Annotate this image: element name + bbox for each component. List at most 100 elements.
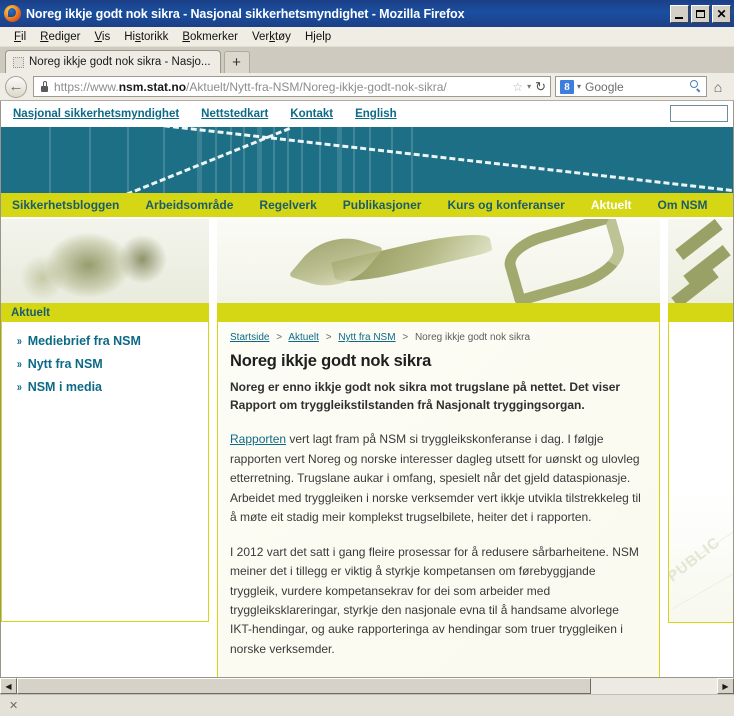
search-engine-chevron-icon[interactable]: ▾ bbox=[577, 82, 581, 91]
scroll-left-button[interactable]: ◀ bbox=[0, 678, 17, 694]
favicon-placeholder-icon bbox=[13, 56, 24, 68]
search-icon[interactable] bbox=[689, 80, 702, 93]
utility-link-nasjonal-sikkerhetsmyndighet[interactable]: Nasjonal sikkerhetsmyndighet bbox=[13, 108, 179, 120]
url-bar-icons: ☆ ▾ ↻ bbox=[512, 79, 546, 95]
hero-photo-people bbox=[1, 219, 209, 303]
menu-item-bokmerker[interactable]: Bokmerker bbox=[175, 31, 245, 43]
breadcrumb-item-startside[interactable]: Startside bbox=[230, 332, 269, 343]
article-paragraph-1-text: vert lagt fram på NSM si tryggleikskonfe… bbox=[230, 432, 641, 525]
hero-photo-edge bbox=[668, 219, 733, 303]
sidebar-item-label: Mediebrief fra NSM bbox=[27, 334, 141, 348]
title-bar: Noreg ikkje godt nok sikra - Nasjonal si… bbox=[0, 0, 734, 27]
article-inline-link-rapporten[interactable]: Rapporten bbox=[230, 432, 286, 446]
chevron-right-icon: » bbox=[16, 357, 22, 371]
sidebar-item-nytt-fra-nsm[interactable]: » Nytt fra NSM bbox=[2, 357, 208, 380]
sidebar-item-label: Nytt fra NSM bbox=[27, 357, 103, 371]
page-title: Noreg ikkje godt nok sikra bbox=[230, 352, 432, 370]
right-column-watermark: PUBLIC bbox=[668, 533, 724, 586]
lock-icon bbox=[40, 81, 49, 92]
nav-item-aktuelt[interactable]: Aktuelt bbox=[591, 198, 632, 212]
close-icon: ✕ bbox=[716, 6, 727, 21]
site-search-input[interactable] bbox=[670, 105, 728, 122]
sidebar-body: » Mediebrief fra NSM » Nytt fra NSM » NS… bbox=[1, 322, 209, 622]
breadcrumb-item-current: Noreg ikkje godt nok sikra bbox=[414, 332, 531, 343]
chevron-right-icon: » bbox=[16, 334, 22, 348]
chevron-right-icon: » bbox=[16, 380, 22, 394]
banner-bridge-graphic bbox=[1, 127, 733, 193]
scrollbar-thumb[interactable] bbox=[17, 678, 591, 694]
article-column: Startside > Aktuelt > Nytt fra NSM > Nor… bbox=[217, 303, 660, 677]
nav-item-kurs-og-konferanser[interactable]: Kurs og konferanser bbox=[447, 198, 564, 212]
browser-tab[interactable]: Noreg ikkje godt nok sikra - Nasjo... bbox=[5, 50, 221, 73]
menu-item-verktoy[interactable]: Verktøy bbox=[245, 31, 298, 43]
main-navigation: Sikkerhetsbloggen Arbeidsområde Regelver… bbox=[1, 193, 733, 217]
hero-photo-abstract bbox=[217, 219, 660, 303]
tab-title: Noreg ikkje godt nok sikra - Nasjo... bbox=[29, 56, 211, 68]
nav-item-regelverk[interactable]: Regelverk bbox=[259, 198, 316, 212]
browser-search-box[interactable]: 8 ▾ Google bbox=[555, 76, 707, 97]
sidebar-item-mediebrief-fra-nsm[interactable]: » Mediebrief fra NSM bbox=[2, 334, 208, 357]
browser-window: Noreg ikkje godt nok sikra - Nasjonal si… bbox=[0, 0, 734, 716]
article-body: Startside > Aktuelt > Nytt fra NSM > Nor… bbox=[217, 322, 660, 677]
breadcrumb-separator: > bbox=[402, 332, 409, 343]
reload-icon[interactable]: ↻ bbox=[535, 79, 546, 95]
status-bar: ✕ bbox=[0, 694, 734, 716]
navigation-toolbar: ← https://www.nsm.stat.no/Aktuelt/Nytt-f… bbox=[0, 73, 734, 101]
right-column-heading-bar bbox=[668, 303, 733, 322]
url-text: https://www.nsm.stat.no/Aktuelt/Nytt-fra… bbox=[54, 79, 447, 94]
article-heading-bar bbox=[217, 303, 660, 322]
site-banner bbox=[1, 127, 733, 193]
utility-link-kontakt[interactable]: Kontakt bbox=[290, 108, 333, 120]
nav-item-om-nsm[interactable]: Om NSM bbox=[658, 198, 708, 212]
new-tab-button[interactable]: + bbox=[223, 51, 250, 73]
sidebar-column: Aktuelt » Mediebrief fra NSM » Nytt fra … bbox=[1, 303, 209, 622]
nav-item-sikkerhetsbloggen[interactable]: Sikkerhetsbloggen bbox=[12, 198, 119, 212]
web-page: Nasjonal sikkerhetsmyndighet Nettstedkar… bbox=[1, 101, 733, 677]
menu-bar: Fil Rediger Vis Historikk Bokmerker Verk… bbox=[0, 27, 734, 47]
sidebar-heading: Aktuelt bbox=[1, 303, 209, 322]
close-button[interactable]: ✕ bbox=[712, 4, 731, 23]
breadcrumb-item-aktuelt[interactable]: Aktuelt bbox=[288, 332, 319, 343]
menu-item-vis[interactable]: Vis bbox=[87, 31, 117, 43]
menu-item-historikk[interactable]: Historikk bbox=[117, 31, 175, 43]
breadcrumb-separator: > bbox=[325, 332, 332, 343]
scrollbar-track[interactable] bbox=[17, 678, 717, 694]
sidebar-item-label: NSM i media bbox=[27, 380, 103, 394]
menu-item-fil[interactable]: Fil bbox=[7, 31, 33, 43]
search-engine-label: Google bbox=[585, 79, 624, 94]
article-paragraph-1: Rapporten vert lagt fram på NSM si trygg… bbox=[230, 430, 643, 527]
minimize-button[interactable] bbox=[670, 4, 689, 23]
hero-image-band bbox=[1, 217, 733, 303]
maximize-button[interactable] bbox=[691, 4, 710, 23]
utility-link-nettstedkart[interactable]: Nettstedkart bbox=[201, 108, 268, 120]
nav-item-arbeidsomrade[interactable]: Arbeidsområde bbox=[145, 198, 233, 212]
url-bar[interactable]: https://www.nsm.stat.no/Aktuelt/Nytt-fra… bbox=[33, 76, 551, 97]
back-button[interactable]: ← bbox=[5, 75, 27, 98]
menu-item-hjelp[interactable]: Hjelp bbox=[298, 31, 338, 43]
horizontal-scrollbar[interactable]: ◀ ▶ bbox=[0, 677, 734, 694]
content-columns: Aktuelt » Mediebrief fra NSM » Nytt fra … bbox=[1, 303, 733, 677]
breadcrumb-item-nytt-fra-nsm[interactable]: Nytt fra NSM bbox=[338, 332, 395, 343]
sidebar-item-nsm-i-media[interactable]: » NSM i media bbox=[2, 380, 208, 403]
breadcrumb: Startside > Aktuelt > Nytt fra NSM > Nor… bbox=[230, 332, 643, 343]
chevron-down-icon[interactable]: ▾ bbox=[527, 82, 531, 91]
breadcrumb-separator: > bbox=[276, 332, 283, 343]
utility-link-english[interactable]: English bbox=[355, 108, 397, 120]
right-column: PUBLIC bbox=[668, 303, 733, 623]
scroll-right-button[interactable]: ▶ bbox=[717, 678, 734, 694]
tab-strip: Noreg ikkje godt nok sikra - Nasjo... + bbox=[0, 47, 734, 73]
article-lead: Noreg er enno ikkje godt nok sikra mot t… bbox=[230, 380, 621, 413]
status-close-icon[interactable]: ✕ bbox=[9, 699, 18, 712]
google-icon: 8 bbox=[560, 79, 574, 94]
window-title: Noreg ikkje godt nok sikra - Nasjonal si… bbox=[26, 6, 465, 21]
sidebar-heading-label: Aktuelt bbox=[11, 306, 50, 319]
firefox-logo-icon bbox=[4, 5, 21, 22]
right-column-body: PUBLIC bbox=[668, 322, 733, 623]
article-paragraph-2: I 2012 vart det satt i gang fleire prose… bbox=[230, 544, 639, 656]
nav-item-publikasjoner[interactable]: Publikasjoner bbox=[343, 198, 422, 212]
window-controls: ✕ bbox=[670, 4, 731, 23]
utility-links-bar: Nasjonal sikkerhetsmyndighet Nettstedkar… bbox=[1, 101, 733, 127]
home-icon[interactable]: ⌂ bbox=[707, 79, 729, 95]
menu-item-rediger[interactable]: Rediger bbox=[33, 31, 87, 43]
bookmark-star-icon[interactable]: ☆ bbox=[512, 80, 523, 94]
